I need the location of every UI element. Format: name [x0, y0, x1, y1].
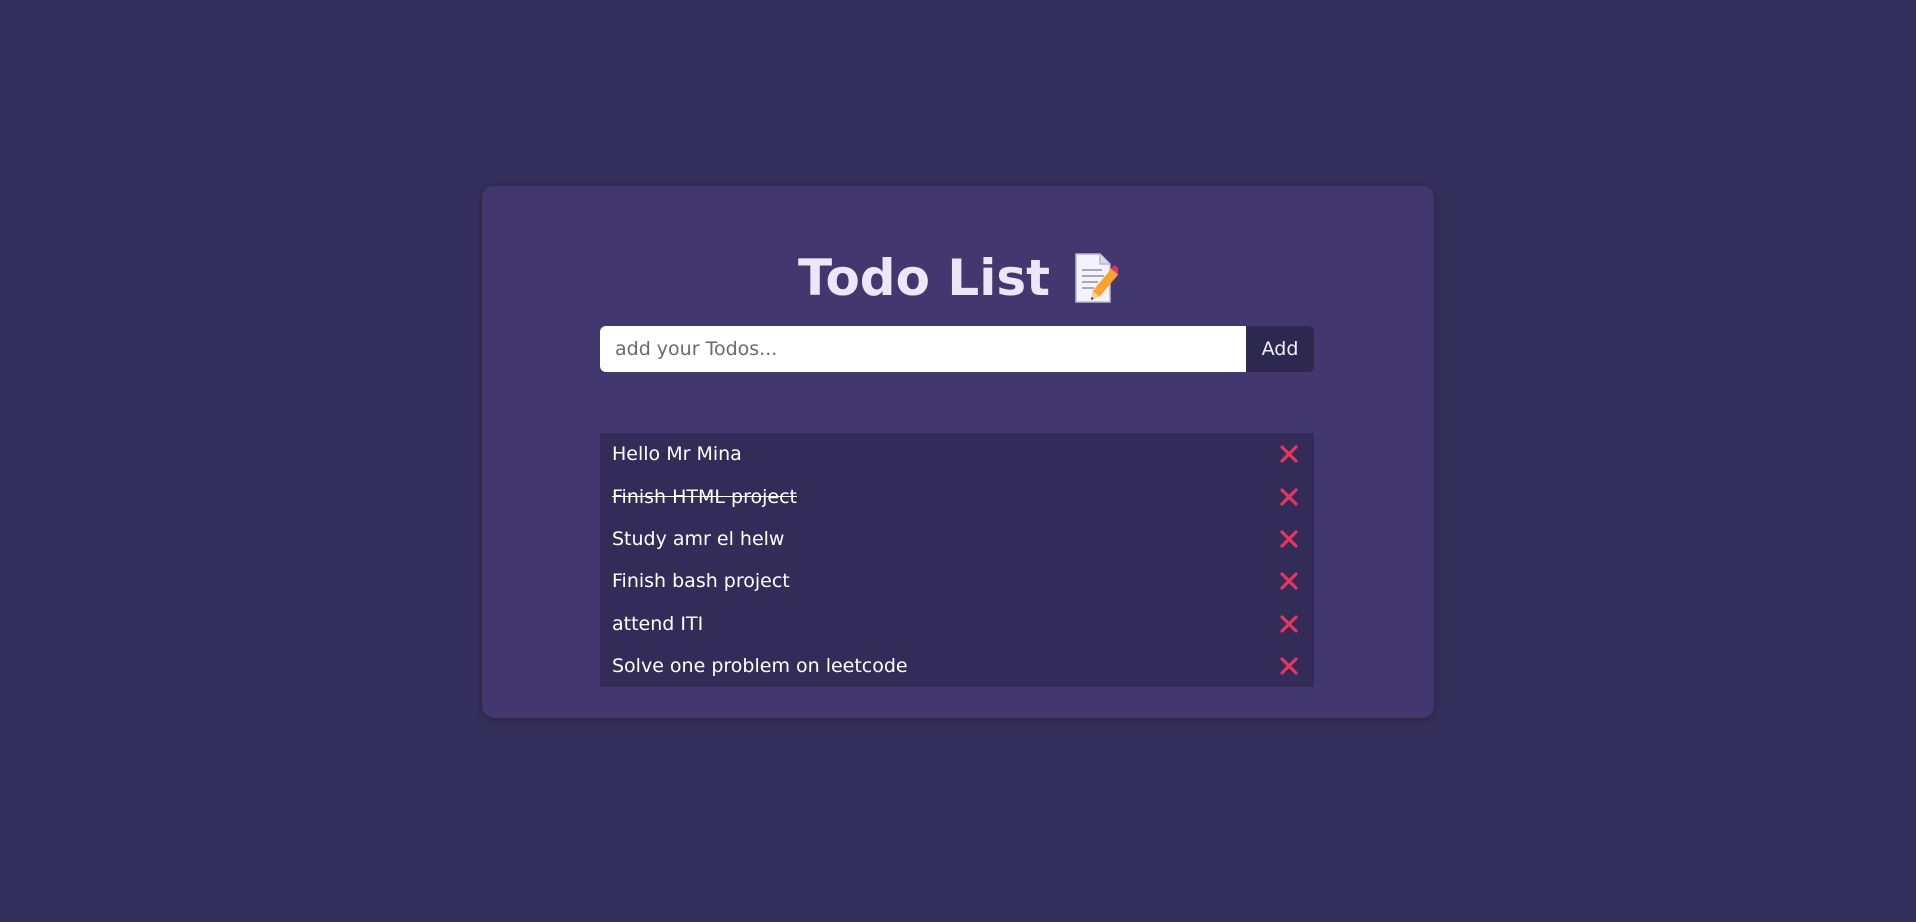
todo-item[interactable]: Solve one problem on leetcode — [600, 645, 1314, 687]
todo-input[interactable] — [600, 326, 1246, 372]
close-icon[interactable] — [1276, 653, 1302, 679]
todo-item[interactable]: Finish HTML project — [600, 475, 1314, 517]
todo-item[interactable]: Study amr el helw — [600, 518, 1314, 560]
todo-list: Hello Mr Mina Finish HTML project Study … — [600, 433, 1314, 687]
add-button[interactable]: Add — [1246, 326, 1314, 372]
todo-item[interactable]: attend ITI — [600, 603, 1314, 645]
close-icon[interactable] — [1276, 441, 1302, 467]
todo-text: Hello Mr Mina — [612, 443, 742, 466]
todo-item[interactable]: Hello Mr Mina — [600, 433, 1314, 475]
todo-text: Solve one problem on leetcode — [612, 655, 908, 678]
todo-text: attend ITI — [612, 612, 704, 635]
todo-item[interactable]: Finish bash project — [600, 560, 1314, 602]
todo-card: Todo List add your Todos... Add Hello Mr… — [482, 186, 1434, 718]
close-icon[interactable] — [1276, 568, 1302, 594]
page-title: Todo List — [797, 249, 1051, 307]
todo-text: Study amr el helw — [612, 527, 785, 550]
memo-icon — [1072, 252, 1122, 304]
page: Todo List add your Todos... Add Hello Mr… — [0, 0, 1916, 922]
close-icon[interactable] — [1276, 484, 1302, 510]
add-todo-form: Add — [600, 326, 1314, 372]
close-icon[interactable] — [1276, 526, 1302, 552]
todo-text: Finish bash project — [612, 570, 790, 593]
close-icon[interactable] — [1276, 611, 1302, 637]
todo-text: Finish HTML project — [612, 485, 797, 508]
header: Todo List — [482, 248, 1434, 308]
